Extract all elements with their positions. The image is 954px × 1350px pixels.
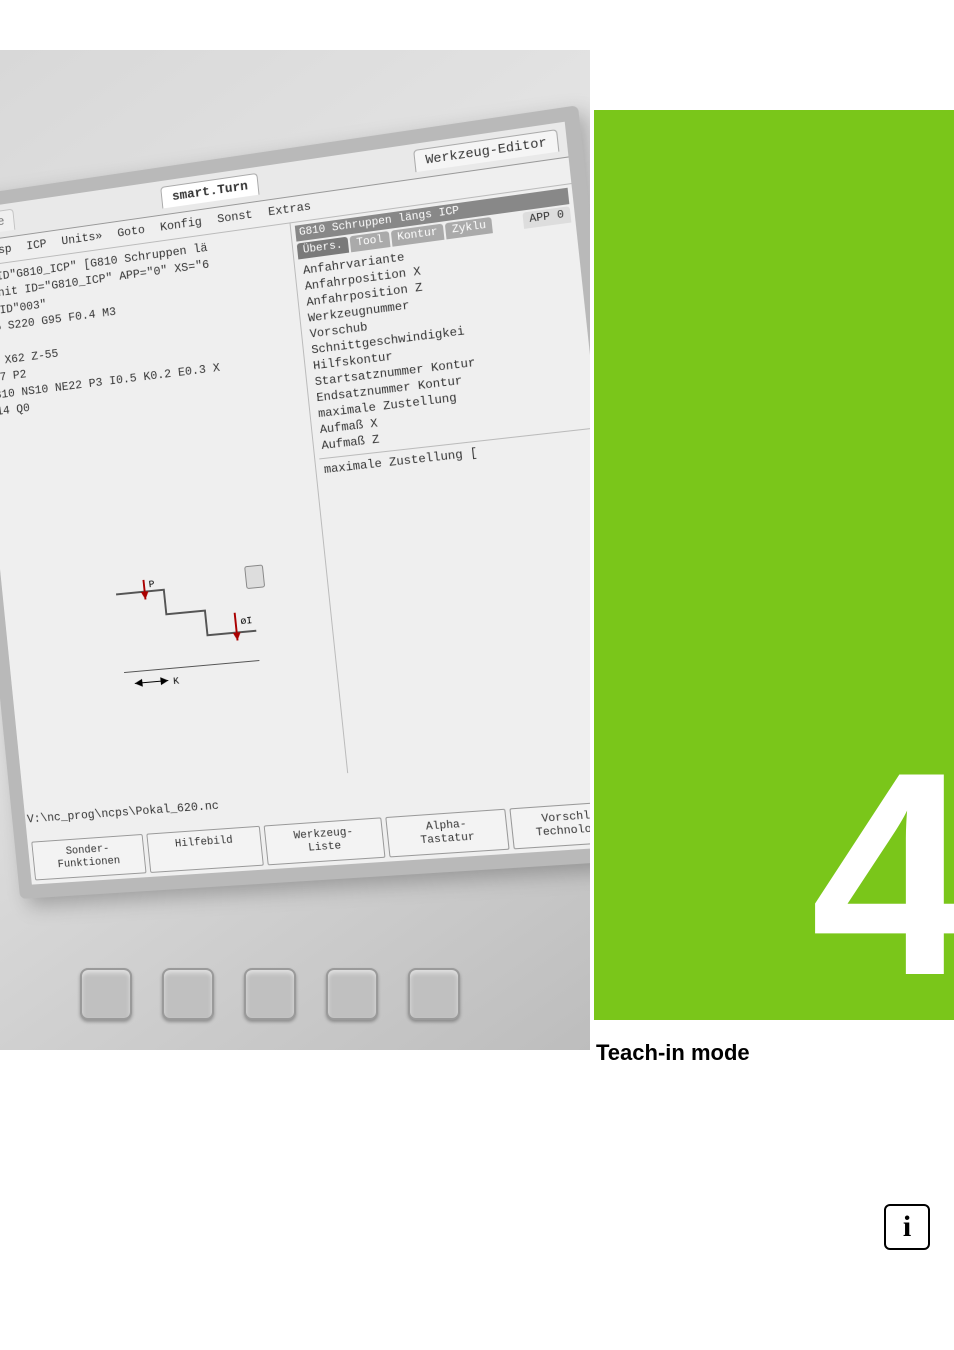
formtab-tool[interactable]: Tool (350, 231, 390, 252)
hard-key[interactable] (244, 968, 296, 1020)
hard-key[interactable] (80, 968, 132, 1020)
cnc-monitor: ine smart.Turn Werkzeug-Editor Vorsp ICP… (0, 105, 590, 899)
svg-text:P: P (148, 579, 155, 591)
nc-code-listing: IT ID"G810_ICP" [G810 Schruppen lä [<uni… (0, 222, 348, 797)
nc-file-path: V:\nc_prog\ncps\Pokal_620.nc (26, 799, 219, 827)
softkey-help-image[interactable]: Hilfebild (146, 825, 264, 873)
softkey-tool-list[interactable]: Werkzeug- Liste (264, 817, 385, 865)
menu-sonst[interactable]: Sonst (212, 205, 259, 229)
cnc-screen: ine smart.Turn Werkzeug-Editor Vorsp ICP… (0, 122, 590, 885)
chapter-color-bar: 4 (594, 110, 954, 1020)
info-icon: i (884, 1204, 930, 1250)
cycle-schematic-icon: P øI K (105, 559, 282, 693)
menu-goto[interactable]: Goto (112, 220, 151, 243)
hard-key[interactable] (326, 968, 378, 1020)
menu-konfig[interactable]: Konfig (154, 212, 207, 237)
hard-key[interactable] (162, 968, 214, 1020)
mode-label-left: ine (0, 209, 16, 236)
chapter-title: Teach-in mode (596, 1040, 936, 1066)
menu-vorsp[interactable]: Vorsp (0, 239, 17, 262)
hard-keys-row (80, 968, 460, 1020)
svg-text:K: K (173, 676, 180, 688)
softkey-special-functions[interactable]: Sonder- Funktionen (31, 834, 146, 881)
formtab-cycle[interactable]: Zyklu (445, 217, 493, 240)
screenshot-photo: ine smart.Turn Werkzeug-Editor Vorsp ICP… (0, 50, 590, 1050)
softkey-alpha-keyboard[interactable]: Alpha- Tastatur (385, 808, 510, 857)
chapter-number: 4 (811, 758, 954, 990)
hard-key[interactable] (408, 968, 460, 1020)
editor-split: IT ID"G810_ICP" [G810 Schruppen lä [<uni… (0, 183, 590, 797)
softkey-tech-suggestion[interactable]: Vorschlag Technologie (510, 799, 590, 849)
menu-icp[interactable]: ICP (21, 234, 52, 255)
menu-units[interactable]: Units» (56, 226, 108, 250)
svg-text:øI: øI (240, 615, 253, 627)
menu-extras[interactable]: Extras (262, 197, 317, 222)
